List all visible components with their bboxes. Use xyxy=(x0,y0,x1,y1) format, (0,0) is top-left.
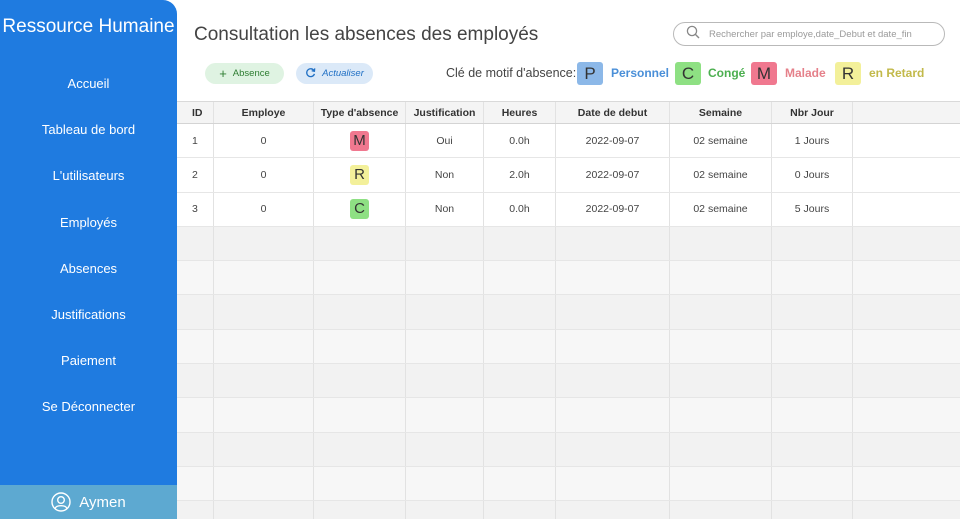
sidebar-item-absences[interactable]: Absences xyxy=(0,251,177,297)
app-window: Ressource Humaine Accueil Tableau de bor… xyxy=(0,0,960,519)
cell-type: M xyxy=(314,124,406,158)
column-header-nbr-jour[interactable]: Nbr Jour xyxy=(772,102,853,123)
cell-date: 2022-09-07 xyxy=(556,124,670,158)
sidebar-item-employes[interactable]: Employés xyxy=(0,205,177,251)
empty-row xyxy=(177,432,960,467)
sidebar-nav: Accueil Tableau de bord L'utilisateurs E… xyxy=(0,66,177,436)
cell-semaine: 02 semaine xyxy=(670,192,772,226)
column-header-employe[interactable]: Employe xyxy=(214,102,314,123)
user-name: Aymen xyxy=(79,493,126,511)
legend-badge-personnel: P xyxy=(577,62,603,85)
empty-row xyxy=(177,261,960,296)
cell-heures: 0.0h xyxy=(484,124,556,158)
cell-semaine: 02 semaine xyxy=(670,158,772,192)
column-header-justification[interactable]: Justification xyxy=(406,102,484,123)
legend-text-conge: Congé xyxy=(708,66,746,80)
empty-row xyxy=(177,295,960,330)
cell-type: C xyxy=(314,192,406,226)
plus-icon: + xyxy=(219,65,227,81)
cell-nbr-jour: 1 Jours xyxy=(772,124,853,158)
legend-badge-conge: C xyxy=(675,62,701,85)
legend-text-personnel: Personnel xyxy=(611,66,670,80)
empty-row xyxy=(177,329,960,365)
cell-id: 1 xyxy=(177,124,214,158)
legend-badge-retard: R xyxy=(835,62,861,85)
cell-id: 3 xyxy=(177,192,214,226)
empty-row xyxy=(177,466,960,502)
absences-table: ID Employe Type d'absence Justification … xyxy=(177,101,960,519)
user-circle-icon xyxy=(51,492,71,512)
table-row[interactable]: 3 0 C Non 0.0h 2022-09-07 02 semaine 5 J… xyxy=(177,192,960,227)
add-absence-label: Absence xyxy=(232,68,270,79)
cell-nbr-jour: 5 Jours xyxy=(772,192,853,226)
column-header-id[interactable]: ID xyxy=(177,102,214,123)
column-header-filler xyxy=(853,102,960,123)
sidebar-item-accueil[interactable]: Accueil xyxy=(0,66,177,112)
page-title: Consultation les absences des employés xyxy=(194,24,539,45)
column-header-semaine[interactable]: Semaine xyxy=(670,102,772,123)
cell-employe: 0 xyxy=(214,192,314,226)
add-absence-button[interactable]: + Absence xyxy=(205,63,284,84)
empty-row xyxy=(177,364,960,399)
cell-employe: 0 xyxy=(214,158,314,192)
table-header-row: ID Employe Type d'absence Justification … xyxy=(177,102,960,124)
cell-id: 2 xyxy=(177,158,214,192)
table-row[interactable]: 1 0 M Oui 0.0h 2022-09-07 02 semaine 1 J… xyxy=(177,124,960,159)
type-badge: R xyxy=(350,164,369,185)
cell-date: 2022-09-07 xyxy=(556,158,670,192)
empty-row xyxy=(177,501,960,519)
cell-justification: Non xyxy=(406,158,484,192)
search-box[interactable] xyxy=(673,22,945,46)
legend-text-retard: en Retard xyxy=(869,66,925,80)
cell-heures: 2.0h xyxy=(484,158,556,192)
cell-filler xyxy=(853,124,960,157)
empty-row xyxy=(177,226,960,262)
refresh-button[interactable]: Actualiser xyxy=(296,63,373,84)
sidebar-item-utilisateurs[interactable]: L'utilisateurs xyxy=(0,158,177,204)
sidebar: Ressource Humaine Accueil Tableau de bor… xyxy=(0,0,177,519)
cell-type: R xyxy=(314,158,406,192)
sidebar-item-paiement[interactable]: Paiement xyxy=(0,343,177,389)
cell-semaine: 02 semaine xyxy=(670,124,772,158)
refresh-icon xyxy=(305,67,316,81)
table-row[interactable]: 2 0 R Non 2.0h 2022-09-07 02 semaine 0 J… xyxy=(177,158,960,193)
column-header-date[interactable]: Date de debut xyxy=(556,102,670,123)
cell-justification: Non xyxy=(406,192,484,226)
cell-date: 2022-09-07 xyxy=(556,192,670,226)
refresh-label: Actualiser xyxy=(322,68,364,79)
type-badge: M xyxy=(350,130,369,151)
sidebar-item-tableau-de-bord[interactable]: Tableau de bord xyxy=(0,112,177,158)
cell-justification: Oui xyxy=(406,124,484,158)
user-profile[interactable]: Aymen xyxy=(0,485,177,519)
legend-badge-malade: M xyxy=(751,62,777,85)
empty-row xyxy=(177,398,960,433)
legend-text-malade: Malade xyxy=(785,66,826,80)
type-badge: C xyxy=(350,199,369,220)
sidebar-item-deconnecter[interactable]: Se Déconnecter xyxy=(0,389,177,435)
app-title: Ressource Humaine xyxy=(2,16,175,37)
column-header-type[interactable]: Type d'absence xyxy=(314,102,406,123)
cell-heures: 0.0h xyxy=(484,192,556,226)
table-grid: ID Employe Type d'absence Justification … xyxy=(177,102,960,519)
cell-nbr-jour: 0 Jours xyxy=(772,158,853,192)
legend-label: Clé de motif d'absence: xyxy=(446,66,577,80)
search-icon xyxy=(686,25,700,44)
cell-filler xyxy=(853,158,960,191)
sidebar-item-justifications[interactable]: Justifications xyxy=(0,297,177,343)
cell-filler xyxy=(853,193,960,226)
cell-employe: 0 xyxy=(214,124,314,158)
search-input[interactable] xyxy=(709,28,941,40)
column-header-heures[interactable]: Heures xyxy=(484,102,556,123)
